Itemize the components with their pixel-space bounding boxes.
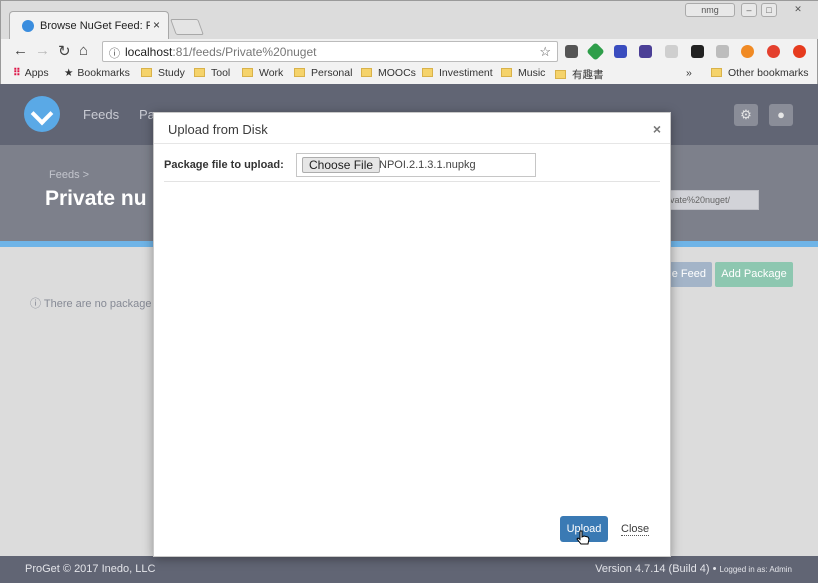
apps-bookmark[interactable]: ⠿ Apps <box>13 67 49 79</box>
bookmark-label: Personal <box>311 67 353 79</box>
browser-toolbar: ← → ↻ ⌂ ⓘ localhost:81/feeds/Private%20n… <box>1 39 818 63</box>
bookmarks-overflow[interactable]: » <box>686 67 692 79</box>
selected-file-name: NPOI.2.1.3.1.nupkg <box>379 159 476 171</box>
breadcrumb[interactable]: Feeds > <box>49 169 89 181</box>
feed-url-field[interactable]: ivate%20nuget/ <box>665 190 759 210</box>
page-title: Private nu <box>45 187 147 210</box>
minimize-button[interactable]: – <box>741 3 757 17</box>
dialog-close-icon[interactable]: × <box>653 121 661 137</box>
settings-gear-icon[interactable]: ⚙ <box>734 104 758 126</box>
reload-icon[interactable]: ↻ <box>58 42 71 60</box>
choose-file-button[interactable]: Choose File <box>302 157 381 173</box>
bookmarks-star-bookmark[interactable]: ★ Bookmarks <box>64 67 130 79</box>
proget-logo-icon[interactable] <box>24 96 60 132</box>
footer-copyright: ProGet © 2017 Inedo, LLC <box>25 563 156 575</box>
bookmark-label: Study <box>158 67 185 79</box>
url-host: localhost <box>125 45 173 59</box>
bookmark-folder-personal[interactable]: Personal <box>294 67 352 79</box>
media-extension-icon[interactable] <box>691 45 704 58</box>
empty-message: ⓘ There are no package <box>30 295 152 311</box>
bookmark-label: Investiment <box>439 67 493 79</box>
url-path: :81/feeds/Private%20nuget <box>172 45 317 59</box>
bookmark-label: Work <box>259 67 284 79</box>
add-package-button[interactable]: Add Package <box>715 262 793 287</box>
address-bar[interactable]: ⓘ localhost:81/feeds/Private%20nuget ☆ <box>102 41 558 62</box>
folder-icon <box>194 68 205 77</box>
bookmark-folder-books[interactable]: 有趣書 <box>555 67 604 82</box>
window-close-button[interactable]: ✕ <box>785 3 811 17</box>
folder-icon <box>361 68 372 77</box>
folder-icon <box>422 68 433 77</box>
bookmark-label: Apps <box>24 67 49 79</box>
extension-icon[interactable] <box>639 45 652 58</box>
adblock-extension-icon[interactable] <box>793 45 806 58</box>
nuget-favicon-icon <box>22 20 34 32</box>
browser-tab[interactable]: Browse NuGet Feed: Priv × <box>9 11 169 39</box>
copy-extension-icon[interactable] <box>665 45 678 58</box>
version-text: Version 4.7.14 (Build 4) • <box>595 563 717 575</box>
bookmark-folder-study[interactable]: Study <box>141 67 185 79</box>
bookmark-folder-investiment[interactable]: Investiment <box>422 67 493 79</box>
footer-version: Version 4.7.14 (Build 4) • Logged in as:… <box>595 563 792 575</box>
empty-message-text: There are no package <box>43 298 152 310</box>
browser-window: Browse NuGet Feed: Priv × nmg – □ ✕ ← → … <box>0 0 818 85</box>
bookmarks-bar: ⠿ Apps ★ Bookmarks Study Tool Work Persona… <box>1 63 818 85</box>
bookmark-label: 有趣書 <box>572 69 604 81</box>
bookmark-folder-tool[interactable]: Tool <box>194 67 230 79</box>
new-tab-button[interactable] <box>170 19 204 35</box>
dialog-title: Upload from Disk <box>168 122 268 137</box>
bookmark-folder-work[interactable]: Work <box>242 67 283 79</box>
tab-close-icon[interactable]: × <box>153 18 160 32</box>
url-text: localhost:81/feeds/Private%20nuget <box>125 45 316 59</box>
footer: ProGet © 2017 Inedo, LLC Version 4.7.14 … <box>0 556 818 583</box>
hand-cursor-icon <box>576 530 590 545</box>
bookmark-label: Tool <box>211 67 231 79</box>
info-icon: ⓘ <box>30 298 44 310</box>
opera-extension-icon[interactable] <box>767 45 780 58</box>
back-icon[interactable]: ← <box>13 42 28 59</box>
divider <box>154 143 670 144</box>
bookmark-label: Other bookmarks <box>728 67 809 79</box>
tab-extension-icon[interactable] <box>716 45 729 58</box>
bookmark-label: Music <box>518 67 546 79</box>
package-file-label: Package file to upload: <box>164 159 284 171</box>
profile-badge[interactable]: nmg <box>685 3 735 17</box>
other-bookmarks[interactable]: Other bookmarks <box>711 67 809 79</box>
user-icon[interactable]: ● <box>769 104 793 126</box>
close-extension-icon[interactable] <box>741 45 754 58</box>
upload-dialog: Upload from Disk × Package file to uploa… <box>153 112 671 557</box>
logged-in-text[interactable]: Logged in as: Admin <box>720 565 793 574</box>
bookmark-label: Bookmarks <box>77 67 130 79</box>
folder-icon <box>294 68 305 77</box>
folder-icon <box>711 68 722 77</box>
bookmark-star-icon[interactable]: ☆ <box>539 44 551 60</box>
y-extension-icon[interactable] <box>614 45 627 58</box>
maximize-button[interactable]: □ <box>761 3 777 17</box>
close-button[interactable]: Close <box>621 523 650 536</box>
profile-name: nmg <box>701 5 719 15</box>
info-icon[interactable]: ⓘ <box>109 45 120 61</box>
home-icon[interactable]: ⌂ <box>79 42 88 59</box>
tab-strip: Browse NuGet Feed: Priv × nmg – □ ✕ <box>1 1 818 39</box>
divider <box>164 181 660 182</box>
bookmark-folder-moocs[interactable]: MOOCs <box>361 67 416 79</box>
nav-feeds[interactable]: Feeds <box>83 107 119 122</box>
package-file-input[interactable]: Choose File NPOI.2.1.3.1.nupkg <box>296 153 536 177</box>
forward-icon[interactable]: → <box>35 42 50 59</box>
folder-icon <box>501 68 512 77</box>
folder-icon <box>242 68 253 77</box>
folder-icon <box>141 68 152 77</box>
feedly-extension-icon[interactable] <box>586 42 605 61</box>
folder-icon <box>555 70 566 79</box>
bookmark-label: MOOCs <box>378 67 416 79</box>
apps-grid-icon: ⠿ <box>13 67 21 79</box>
star-icon: ★ <box>64 67 74 79</box>
pocket-extension-icon[interactable] <box>565 45 578 58</box>
bookmark-folder-music[interactable]: Music <box>501 67 545 79</box>
tab-title: Browse NuGet Feed: Priv <box>40 20 150 32</box>
